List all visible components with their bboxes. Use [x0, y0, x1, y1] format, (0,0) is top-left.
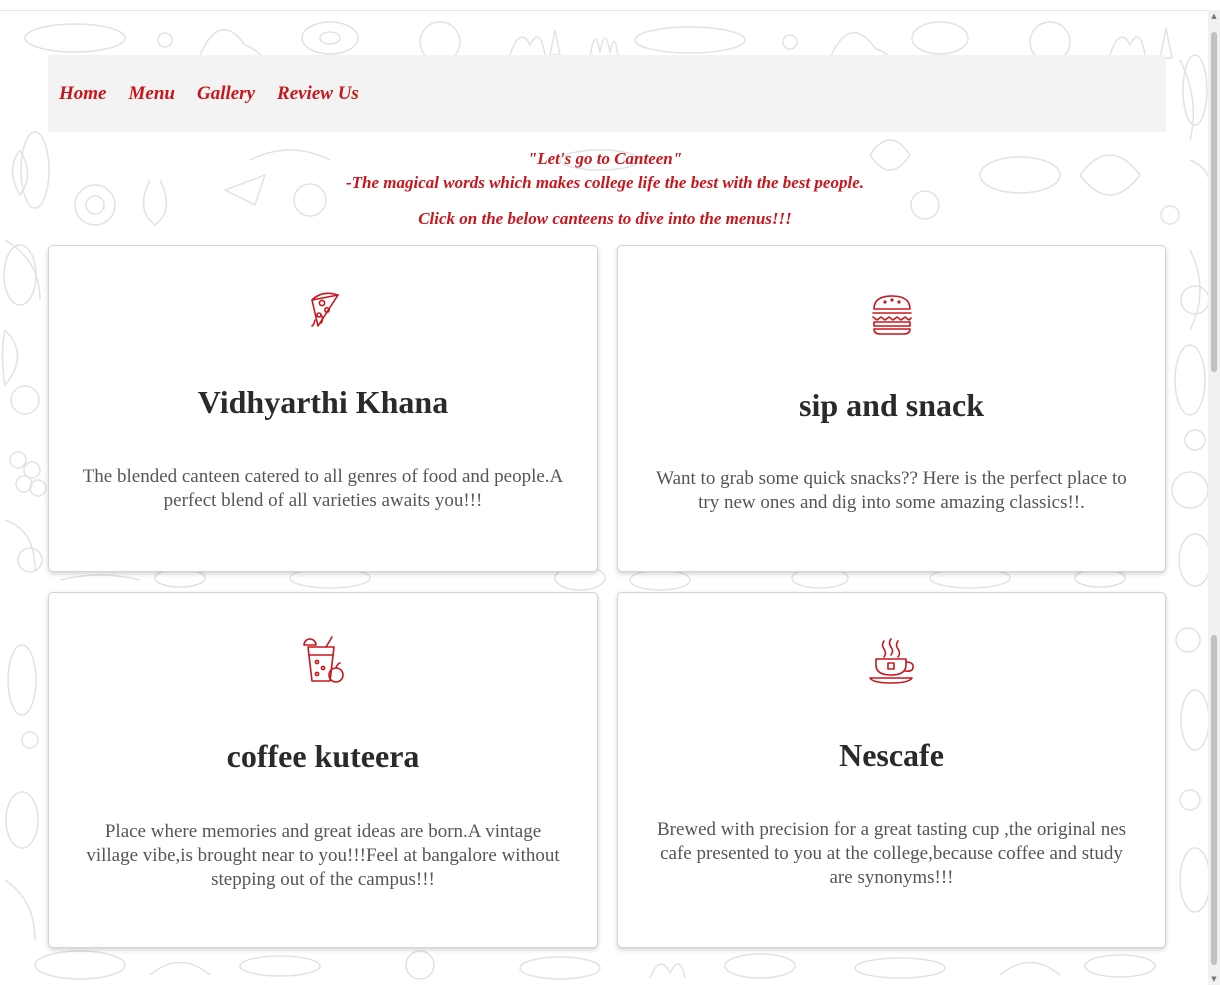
scrollbar-thumb[interactable]	[1211, 32, 1217, 372]
intro-quote: "Let's go to Canteen"	[527, 149, 683, 168]
intro-cta: Click on the below canteens to dive into…	[418, 209, 792, 228]
top-border	[0, 10, 1208, 11]
canteen-card-vidhyarthi-khana[interactable]: Vidhyarthi Khana The blended canteen cat…	[48, 245, 598, 572]
canteen-description: Place where memories and great ideas are…	[86, 821, 560, 890]
vertical-scrollbar[interactable]: ▲ ▼	[1208, 10, 1220, 985]
top-navbar: Home Menu Gallery Review Us	[48, 55, 1166, 132]
canteen-card-sip-and-snack[interactable]: sip and snack Want to grab some quick sn…	[617, 245, 1166, 572]
canteen-title: coffee kuteera	[226, 738, 420, 774]
pizza-slice-icon	[49, 286, 597, 336]
scroll-down-arrow-icon[interactable]: ▼	[1208, 973, 1220, 985]
canteen-title: Nescafe	[839, 737, 944, 773]
juice-drink-icon	[49, 635, 597, 687]
burger-icon	[618, 291, 1165, 337]
scroll-up-arrow-icon[interactable]: ▲	[1208, 10, 1220, 22]
nav-review-us[interactable]: Review Us	[277, 83, 359, 105]
coffee-cup-icon	[618, 637, 1165, 685]
nav-home[interactable]: Home	[59, 83, 107, 105]
canteen-description: Want to grab some quick snacks?? Here is…	[656, 468, 1127, 513]
canteen-card-nescafe[interactable]: Nescafe Brewed with precision for a grea…	[617, 592, 1166, 948]
scrollbar-thumb-lower[interactable]	[1211, 635, 1217, 965]
intro-subtitle: -The magical words which makes college l…	[346, 173, 864, 192]
canteen-title: Vidhyarthi Khana	[197, 384, 449, 420]
nav-gallery[interactable]: Gallery	[197, 83, 255, 105]
nav-menu[interactable]: Menu	[129, 83, 175, 105]
canteen-card-coffee-kuteera[interactable]: coffee kuteera Place where memories and …	[48, 592, 598, 948]
canteen-description: Brewed with precision for a great tastin…	[656, 819, 1127, 888]
canteen-description: The blended canteen catered to all genre…	[82, 466, 564, 511]
canteen-title: sip and snack	[799, 387, 984, 423]
